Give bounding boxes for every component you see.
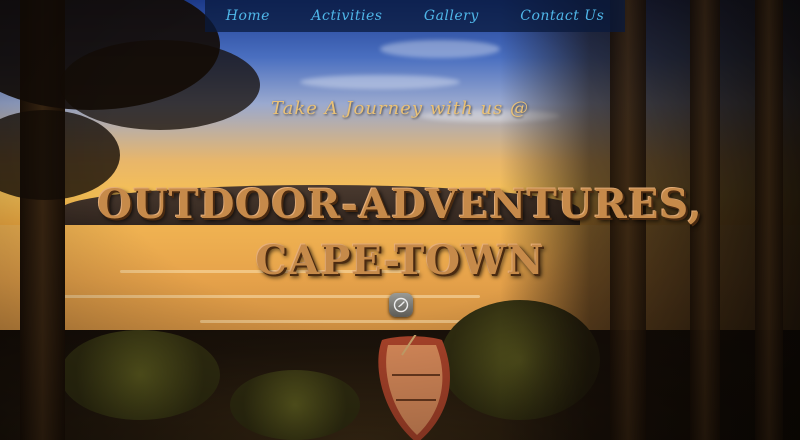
scroll-down-button[interactable]	[389, 293, 413, 317]
nav-activities[interactable]: Activities	[311, 8, 382, 24]
nav-contact-us[interactable]: Contact Us	[520, 8, 604, 24]
clock-icon	[393, 297, 409, 313]
nav-home[interactable]: Home	[226, 8, 270, 24]
hero-title-line-1: OUTDOOR-ADVENTURES,	[97, 180, 703, 228]
nav-gallery[interactable]: Gallery	[424, 8, 479, 24]
top-nav: Home Activities Gallery Contact Us	[205, 0, 625, 32]
hero-title: OUTDOOR-ADVENTURES, CAPE-TOWN	[0, 177, 800, 289]
hero-tagline: Take A Journey with us @	[271, 98, 529, 119]
hero-title-line-2: CAPE-TOWN	[255, 236, 545, 284]
